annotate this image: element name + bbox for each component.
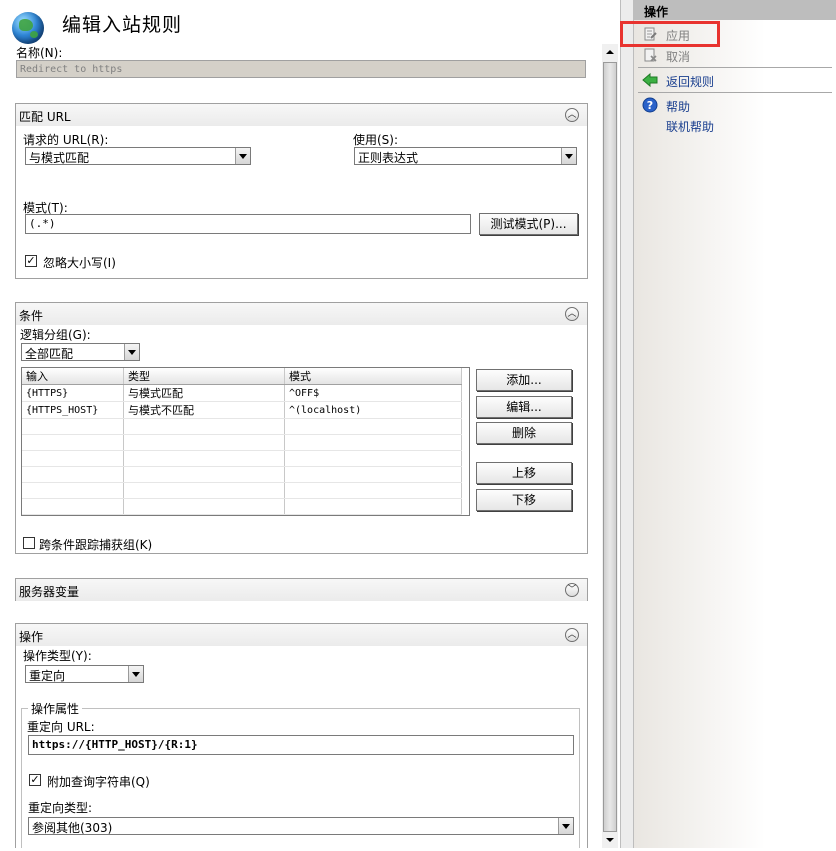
collapse-up-icon[interactable]: ︿ [565,108,579,122]
requested-url-select[interactable]: 与模式匹配 [25,147,251,165]
match-url-header[interactable]: 匹配 URL ︿ [16,104,587,126]
redirect-url-input[interactable]: https://{HTTP_HOST}/{R:1} [28,735,574,755]
row-type: 与模式匹配 [123,384,285,402]
name-label: 名称(N): [16,46,63,60]
highlight-box [620,21,720,47]
table-header-row: 输入 类型 模式 [22,368,462,385]
action-group: 操作 ︿ 操作类型(Y): 重定向 操作属性 重定向 URL: https://… [15,623,588,848]
online-help-link[interactable]: 联机帮助 [666,118,714,135]
table-row-empty [22,498,462,515]
action-header[interactable]: 操作 ︿ [16,624,587,646]
actions-separator [638,92,832,93]
move-down-button[interactable]: 下移 [476,489,572,511]
requested-url-value: 与模式匹配 [29,151,90,165]
chevron-down-icon[interactable] [128,666,143,682]
page-title: 编辑入站规则 [62,14,183,36]
arrow-up-icon [606,50,614,54]
server-variables-header[interactable]: 服务器变量 ﹀ [16,579,587,601]
row-pattern: ^(localhost) [284,401,462,419]
globe-icon [12,12,44,44]
match-url-group: 匹配 URL ︿ 请求的 URL(R): 与模式匹配 使用(S): 正则表达式 … [15,103,588,279]
row-pattern: ^OFF$ [284,384,462,402]
logical-grouping-value: 全部匹配 [25,347,74,361]
server-variables-title: 服务器变量 [19,585,80,599]
back-arrow-icon [642,72,658,88]
help-icon: ? [642,97,658,113]
svg-text:?: ? [647,99,653,112]
table-row-empty [22,418,462,435]
scroll-up-button[interactable] [602,44,618,60]
track-captures-checkbox[interactable] [23,537,35,549]
expand-down-icon[interactable]: ﹀ [565,583,579,597]
column-header-pattern[interactable]: 模式 [284,368,462,385]
actions-header: 操作 [634,0,836,20]
action-title: 操作 [19,630,44,644]
using-select[interactable]: 正则表达式 [354,147,577,165]
column-header-type[interactable]: 类型 [123,368,285,385]
logical-grouping-select[interactable]: 全部匹配 [21,343,140,361]
match-url-title: 匹配 URL [19,110,71,124]
vertical-scrollbar[interactable] [602,44,618,848]
action-type-value: 重定向 [29,669,66,683]
server-variables-group[interactable]: 服务器变量 ﹀ [15,578,588,601]
cancel-icon [644,48,657,62]
table-row-empty [22,466,462,483]
append-query-checkbox[interactable]: ✓ [29,774,41,786]
using-label: 使用(S): [353,133,399,147]
table-row[interactable]: {HTTPS} 与模式匹配 ^OFF$ [22,384,462,402]
chevron-down-icon[interactable] [124,344,139,360]
append-query-label: 附加查询字符串(Q) [47,775,150,789]
redirect-url-label: 重定向 URL: [27,720,95,734]
column-header-input[interactable]: 输入 [22,368,124,385]
using-value: 正则表达式 [358,151,419,165]
add-condition-button[interactable]: 添加... [476,369,572,391]
conditions-title: 条件 [19,309,44,323]
ignore-case-checkbox[interactable]: ✓ [25,255,37,267]
collapse-up-icon[interactable]: ︿ [565,307,579,321]
action-properties-label: 操作属性 [28,700,83,717]
row-input: {HTTPS_HOST} [22,401,124,419]
row-input: {HTTPS} [22,384,124,402]
action-type-select[interactable]: 重定向 [25,665,144,683]
track-captures-label: 跨条件跟踪捕获组(K) [39,538,153,552]
redirect-type-label: 重定向类型: [28,801,93,815]
help-link[interactable]: 帮助 [666,98,690,115]
main-pane: 编辑入站规则 名称(N): Redirect to https 匹配 URL ︿… [0,0,600,848]
cancel-action[interactable]: 取消 [666,48,690,65]
remove-condition-button[interactable]: 删除 [476,422,572,444]
chevron-down-icon[interactable] [558,818,573,834]
table-row-empty [22,434,462,451]
requested-url-label: 请求的 URL(R): [23,133,109,147]
chevron-down-icon[interactable] [561,148,576,164]
table-row-empty [22,450,462,467]
test-pattern-button[interactable]: 测试模式(P)... [479,213,578,235]
chevron-down-icon[interactable] [235,148,250,164]
edit-condition-button[interactable]: 编辑... [476,396,572,418]
rule-name-field[interactable]: Redirect to https [16,60,586,78]
table-row[interactable]: {HTTPS_HOST} 与模式不匹配 ^(localhost) [22,401,462,419]
conditions-table[interactable]: 输入 类型 模式 {HTTPS} 与模式匹配 ^OFF$ {HTTPS_HOST… [21,367,470,516]
pane-splitter[interactable] [620,0,634,848]
scroll-down-button[interactable] [602,832,618,848]
move-up-button[interactable]: 上移 [476,462,572,484]
logical-grouping-label: 逻辑分组(G): [20,328,91,342]
scroll-thumb[interactable] [603,62,617,832]
redirect-type-value: 参阅其他(303) [32,821,113,835]
conditions-group: 条件 ︿ 逻辑分组(G): 全部匹配 输入 类型 模式 {HTTPS} 与模式匹… [15,302,588,554]
actions-pane: 操作 应用 取消 返回规则 ? 帮助 联机帮助 [634,0,836,848]
ignore-case-label: 忽略大小写(I) [43,256,116,270]
actions-header-title: 操作 [644,5,669,19]
conditions-header[interactable]: 条件 ︿ [16,303,587,325]
pattern-input[interactable]: (.*) [25,214,471,234]
redirect-type-select[interactable]: 参阅其他(303) [28,817,574,835]
table-row-empty [22,482,462,499]
arrow-down-icon [606,838,614,842]
row-type: 与模式不匹配 [123,401,285,419]
collapse-up-icon[interactable]: ︿ [565,628,579,642]
back-to-rules-link[interactable]: 返回规则 [666,73,714,90]
action-type-label: 操作类型(Y): [23,649,92,663]
actions-separator [638,67,832,68]
